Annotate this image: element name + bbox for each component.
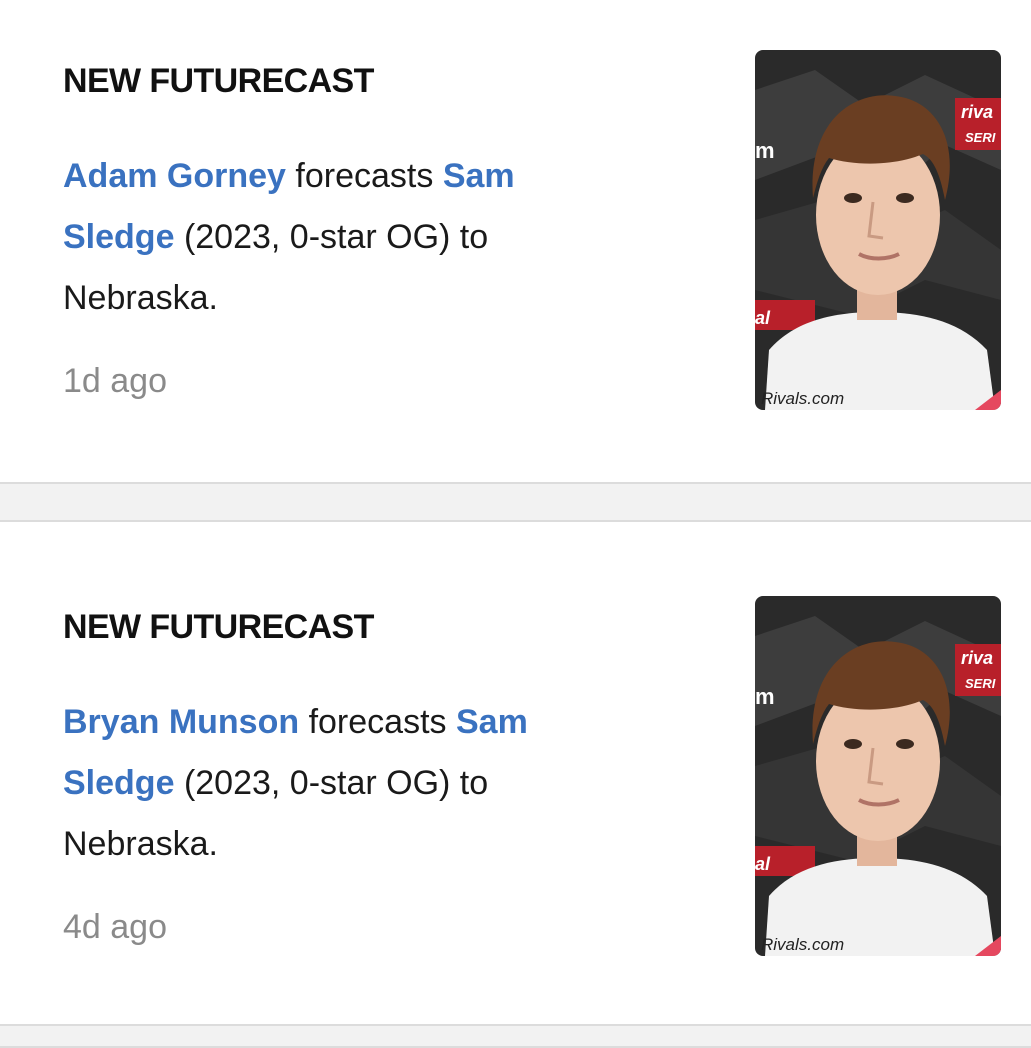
futurecast-card[interactable]: NEW FUTURECAST Adam Gorney forecasts Sam… [0,0,1031,484]
author-link[interactable]: Adam Gorney [63,157,286,195]
player-photo[interactable]: riva SERI m al Rivals.com [755,596,1001,956]
timestamp: 1d ago [63,362,167,400]
card-body: Adam Gorney forecasts Sam Sledge (2023, … [63,146,623,329]
photo-watermark: Rivals.com [761,935,844,954]
svg-text:SERI: SERI [965,130,996,145]
forecast-verb: forecasts [295,157,434,195]
timestamp: 4d ago [63,908,167,946]
card-separator [0,484,1031,522]
player-photo[interactable]: riva SERI m al Rivals.com [755,50,1001,410]
card-separator [0,1026,1031,1048]
svg-text:m: m [755,138,775,163]
forecast-verb: forecasts [308,703,447,741]
svg-text:al: al [755,308,771,328]
feed: NEW FUTURECAST Adam Gorney forecasts Sam… [0,0,1031,1048]
svg-text:al: al [755,854,771,874]
svg-text:riva: riva [961,648,993,668]
card-body: Bryan Munson forecasts Sam Sledge (2023,… [63,692,623,875]
svg-text:riva: riva [961,102,993,122]
svg-text:SERI: SERI [965,676,996,691]
card-title: NEW FUTURECAST [63,608,374,646]
futurecast-card[interactable]: NEW FUTURECAST Bryan Munson forecasts Sa… [0,522,1031,1026]
author-link[interactable]: Bryan Munson [63,703,299,741]
photo-watermark: Rivals.com [761,389,844,408]
card-title: NEW FUTURECAST [63,62,374,100]
svg-text:m: m [755,684,775,709]
